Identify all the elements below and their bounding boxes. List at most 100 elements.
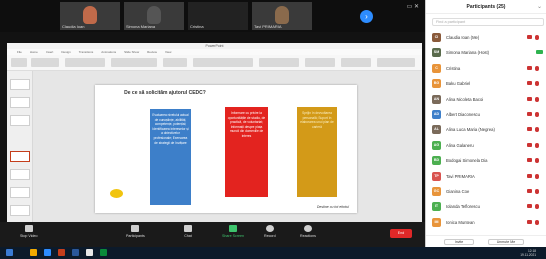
tile-name: Simona Mariana bbox=[126, 24, 156, 29]
participants-panel: Participants (25) ⌄ Find a participant C… bbox=[425, 0, 546, 247]
ppt-ribbon[interactable] bbox=[7, 55, 422, 71]
record-button[interactable]: Record bbox=[264, 225, 276, 238]
panel-header: Participants (25) ⌄ bbox=[426, 0, 546, 14]
participant-list: CI Claudia Ioan (Me) SM Simona Mariana (Hos… bbox=[426, 30, 546, 230]
participant-name: Albert Diaconescu bbox=[446, 111, 480, 117]
current-slide[interactable]: De ce să solicităm ajutorul CEDC? Evalua… bbox=[95, 85, 357, 213]
participant-row[interactable]: AG Alina Galaneru bbox=[426, 138, 546, 153]
avatar: IT bbox=[432, 202, 441, 212]
reactions-button[interactable]: Reactions bbox=[300, 225, 316, 238]
meeting-toolbar: Stop Video Participants Chat Share Scree… bbox=[0, 222, 425, 247]
participant-search-input[interactable]: Find a participant bbox=[432, 18, 544, 26]
participant-name: Alina Luca Maria (Negrea) bbox=[446, 127, 495, 133]
mic-muted-icon bbox=[535, 96, 539, 102]
video-off-icon bbox=[527, 188, 532, 193]
avatar: AN bbox=[432, 94, 441, 104]
slide-thumbnail[interactable] bbox=[10, 169, 30, 180]
participant-name: Alina Galaneru bbox=[446, 142, 474, 148]
windows-taskbar: 12:18 19.11.2021 bbox=[0, 247, 546, 259]
slide-thumbnail-selected[interactable] bbox=[10, 151, 30, 162]
shared-screen-area: Claudia Ioan Simona Mariana Cristina Tav… bbox=[0, 0, 425, 247]
panel-title: Participants (25) bbox=[466, 4, 506, 10]
participants-button[interactable]: Participants bbox=[126, 225, 145, 238]
participant-name: Gianina Coe bbox=[446, 188, 470, 194]
video-tile[interactable]: Simona Mariana bbox=[124, 2, 184, 30]
participant-row[interactable]: IM Ionica Muntean bbox=[426, 215, 546, 230]
slide-thumbnails[interactable] bbox=[7, 71, 33, 231]
chevron-down-icon[interactable]: ⌄ bbox=[537, 3, 542, 10]
red-card-text: Informare cu privire la oportunitățile d… bbox=[227, 111, 266, 138]
tile-name: Tavi PRIMARIA bbox=[254, 24, 282, 29]
slide-thumbnail[interactable] bbox=[10, 115, 30, 126]
video-off-icon bbox=[527, 158, 532, 163]
participant-row[interactable]: AL Alina Luca Maria (Negrea) bbox=[426, 122, 546, 137]
participant-row[interactable]: CI Claudia Ioan (Me) bbox=[426, 30, 546, 45]
word-icon[interactable] bbox=[72, 249, 79, 256]
video-off-icon bbox=[527, 204, 532, 209]
excel-icon[interactable] bbox=[100, 249, 107, 256]
video-tile[interactable]: Claudia Ioan bbox=[60, 2, 120, 30]
tile-name: Cristina bbox=[190, 24, 204, 29]
slide-editor: De ce să solicităm ajutorul CEDC? Evalua… bbox=[33, 71, 422, 233]
video-tile[interactable]: Cristina bbox=[188, 2, 248, 30]
next-page-button[interactable]: › bbox=[360, 10, 373, 23]
participant-row[interactable]: TP Tavi PRIMARIA bbox=[426, 169, 546, 184]
start-icon[interactable] bbox=[6, 249, 13, 256]
avatar: AL bbox=[432, 125, 441, 135]
participant-row[interactable]: AN Alina Nicoleta Bacoi bbox=[426, 92, 546, 107]
reactions-icon bbox=[303, 225, 312, 232]
participant-row[interactable]: AD Albert Diaconescu bbox=[426, 107, 546, 122]
tile-name: Claudia Ioan bbox=[62, 24, 85, 29]
chrome-icon[interactable] bbox=[86, 249, 93, 256]
slide-thumbnail[interactable] bbox=[10, 205, 30, 216]
mic-muted-icon bbox=[535, 127, 539, 133]
video-off-icon bbox=[527, 96, 532, 101]
video-off-icon bbox=[527, 127, 532, 132]
participant-name: Cristina bbox=[446, 65, 461, 71]
window-controls[interactable]: ▭ ✕ bbox=[407, 3, 419, 10]
avatar: BD bbox=[432, 156, 441, 166]
participant-row[interactable]: C Cristina bbox=[426, 61, 546, 76]
share-screen-button[interactable]: Share Screen bbox=[222, 225, 244, 238]
video-off-icon bbox=[527, 65, 532, 70]
participants-icon bbox=[131, 225, 140, 232]
participant-row[interactable]: BG Baku Gabriel bbox=[426, 76, 546, 91]
video-off-icon bbox=[527, 111, 532, 116]
participant-name: Bodogai Simonela Dia bbox=[446, 158, 488, 164]
record-label: Record bbox=[264, 234, 276, 238]
powerpoint-icon[interactable] bbox=[58, 249, 65, 256]
video-tiles-strip: Claudia Ioan Simona Mariana Cristina Tav… bbox=[0, 0, 425, 32]
participant-row[interactable]: BD Bodogai Simonela Dia bbox=[426, 153, 546, 168]
screen-share-icon bbox=[536, 50, 543, 55]
participants-label: Participants bbox=[126, 234, 145, 238]
participant-row[interactable]: IT Iolanda Teflorescu bbox=[426, 199, 546, 214]
end-meeting-button[interactable]: End bbox=[390, 229, 412, 238]
invite-button[interactable]: Invite bbox=[444, 239, 474, 245]
participant-row[interactable]: GC Gianina Coe bbox=[426, 184, 546, 199]
avatar: AD bbox=[432, 109, 441, 119]
zoom-meeting-window: Claudia Ioan Simona Mariana Cristina Tav… bbox=[0, 0, 546, 259]
mic-muted-icon bbox=[535, 219, 539, 225]
slide-thumbnail[interactable] bbox=[10, 79, 30, 90]
chat-button[interactable]: Chat bbox=[184, 225, 192, 238]
participant-face bbox=[147, 6, 161, 24]
participant-name: Baku Gabriel bbox=[446, 81, 471, 87]
mic-muted-icon bbox=[535, 173, 539, 179]
avatar: AG bbox=[432, 140, 441, 150]
slide-title: De ce să solicităm ajutorul CEDC? bbox=[124, 90, 206, 96]
video-tile[interactable]: Tavi PRIMARIA bbox=[252, 2, 312, 30]
slide-thumbnail[interactable] bbox=[10, 187, 30, 198]
panel-footer: Invite Unmute Me bbox=[426, 235, 546, 247]
slide-thumbnail[interactable] bbox=[10, 97, 30, 108]
participant-name: Ionica Muntean bbox=[446, 219, 475, 225]
chat-label: Chat bbox=[184, 234, 192, 238]
mic-muted-icon bbox=[535, 81, 539, 87]
unmute-me-button[interactable]: Unmute Me bbox=[488, 239, 524, 245]
zoom-icon[interactable] bbox=[44, 249, 51, 256]
participant-row[interactable]: SM Simona Mariana (Host) bbox=[426, 45, 546, 60]
explorer-icon[interactable] bbox=[30, 249, 37, 256]
mic-muted-icon bbox=[535, 158, 539, 164]
mic-muted-icon bbox=[535, 142, 539, 148]
stop-video-button[interactable]: Stop Video bbox=[20, 225, 38, 238]
participant-face bbox=[275, 6, 289, 24]
